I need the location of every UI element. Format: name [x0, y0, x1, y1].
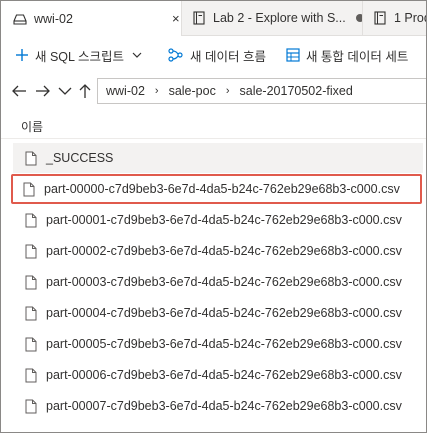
file-name: part-00005-c7d9beb3-6e7d-4da5-b24c-762eb…	[46, 337, 402, 351]
list-item[interactable]: part-00001-c7d9beb3-6e7d-4da5-b24c-762eb…	[13, 205, 423, 235]
database-icon	[13, 13, 27, 25]
file-name: part-00007-c7d9beb3-6e7d-4da5-b24c-762eb…	[46, 399, 402, 413]
file-icon	[25, 306, 37, 320]
file-name: part-00000-c7d9beb3-6e7d-4da5-b24c-762eb…	[44, 182, 400, 196]
list-item[interactable]: part-00003-c7d9beb3-6e7d-4da5-b24c-762eb…	[13, 267, 423, 297]
list-item[interactable]: part-00007-c7d9beb3-6e7d-4da5-b24c-762eb…	[13, 391, 423, 421]
back-icon[interactable]	[9, 81, 29, 101]
button-label: 새 통합 데이터 세트	[305, 49, 409, 64]
breadcrumb-item[interactable]: sale-poc	[169, 84, 216, 98]
file-name: part-00002-c7d9beb3-6e7d-4da5-b24c-762eb…	[46, 244, 402, 258]
navigation-bar: wwi-02 › sale-poc › sale-20170502-fixed	[1, 76, 426, 106]
tab-label: 1 Prod	[394, 11, 426, 25]
tab-1-prod[interactable]: 1 Prod	[363, 1, 426, 35]
storage-explorer-window: wwi-02 × Lab 2 - Explore with S... 1 Pro…	[0, 0, 427, 433]
chevron-right-icon: ›	[225, 85, 230, 97]
plus-icon	[16, 49, 28, 61]
dataflow-icon	[168, 48, 183, 62]
tab-label: wwi-02	[34, 11, 73, 26]
column-header-name[interactable]: 이름	[21, 118, 43, 135]
list-item-highlighted[interactable]: part-00000-c7d9beb3-6e7d-4da5-b24c-762eb…	[11, 174, 422, 204]
list-item[interactable]: part-00006-c7d9beb3-6e7d-4da5-b24c-762eb…	[13, 360, 423, 390]
forward-icon[interactable]	[33, 81, 53, 101]
new-dataflow-button[interactable]: 새 데이터 흐름	[168, 46, 266, 65]
button-label: 새 SQL 스크립트	[35, 49, 124, 64]
file-icon	[25, 368, 37, 382]
tab-label: Lab 2 - Explore with S...	[213, 11, 346, 25]
chevron-down-icon	[132, 52, 142, 58]
file-icon	[25, 244, 37, 258]
tab-wwi-02[interactable]: wwi-02 ×	[1, 1, 181, 36]
dataset-icon	[286, 48, 300, 62]
breadcrumb: wwi-02 › sale-poc › sale-20170502-fixed	[97, 78, 426, 104]
file-name: part-00006-c7d9beb3-6e7d-4da5-b24c-762eb…	[46, 368, 402, 382]
file-name: _SUCCESS	[46, 151, 114, 165]
new-integration-dataset-button[interactable]: 새 통합 데이터 세트	[286, 46, 408, 65]
toolbar: 새 SQL 스크립트 새 데이터 흐름 새 통합 데이터 세트	[1, 36, 426, 74]
file-name: part-00001-c7d9beb3-6e7d-4da5-b24c-762eb…	[46, 213, 402, 227]
button-label: 새 데이터 흐름	[190, 49, 266, 64]
list-item[interactable]: _SUCCESS	[13, 143, 423, 173]
chevron-down-icon[interactable]	[55, 81, 75, 101]
list-item[interactable]: part-00005-c7d9beb3-6e7d-4da5-b24c-762eb…	[13, 329, 423, 359]
file-name: part-00004-c7d9beb3-6e7d-4da5-b24c-762eb…	[46, 306, 402, 320]
breadcrumb-item[interactable]: sale-20170502-fixed	[240, 84, 353, 98]
file-icon	[25, 275, 37, 289]
list-item[interactable]: part-00004-c7d9beb3-6e7d-4da5-b24c-762eb…	[13, 298, 423, 328]
notebook-icon	[374, 11, 386, 25]
up-arrow-icon[interactable]	[75, 81, 95, 101]
tab-lab-2[interactable]: Lab 2 - Explore with S...	[182, 1, 362, 35]
breadcrumb-item[interactable]: wwi-02	[106, 84, 145, 98]
close-icon[interactable]: ×	[172, 11, 180, 26]
file-icon	[23, 182, 35, 196]
new-sql-script-button[interactable]: 새 SQL 스크립트	[15, 46, 148, 65]
notebook-icon	[193, 11, 205, 25]
file-icon	[25, 399, 37, 413]
file-icon	[25, 337, 37, 351]
list-item[interactable]: part-00002-c7d9beb3-6e7d-4da5-b24c-762eb…	[13, 236, 423, 266]
file-name: part-00003-c7d9beb3-6e7d-4da5-b24c-762eb…	[46, 275, 402, 289]
tab-bar: wwi-02 × Lab 2 - Explore with S... 1 Pro…	[1, 1, 426, 36]
file-icon	[25, 151, 37, 165]
chevron-right-icon: ›	[154, 85, 159, 97]
divider	[1, 138, 426, 139]
file-icon	[25, 213, 37, 227]
